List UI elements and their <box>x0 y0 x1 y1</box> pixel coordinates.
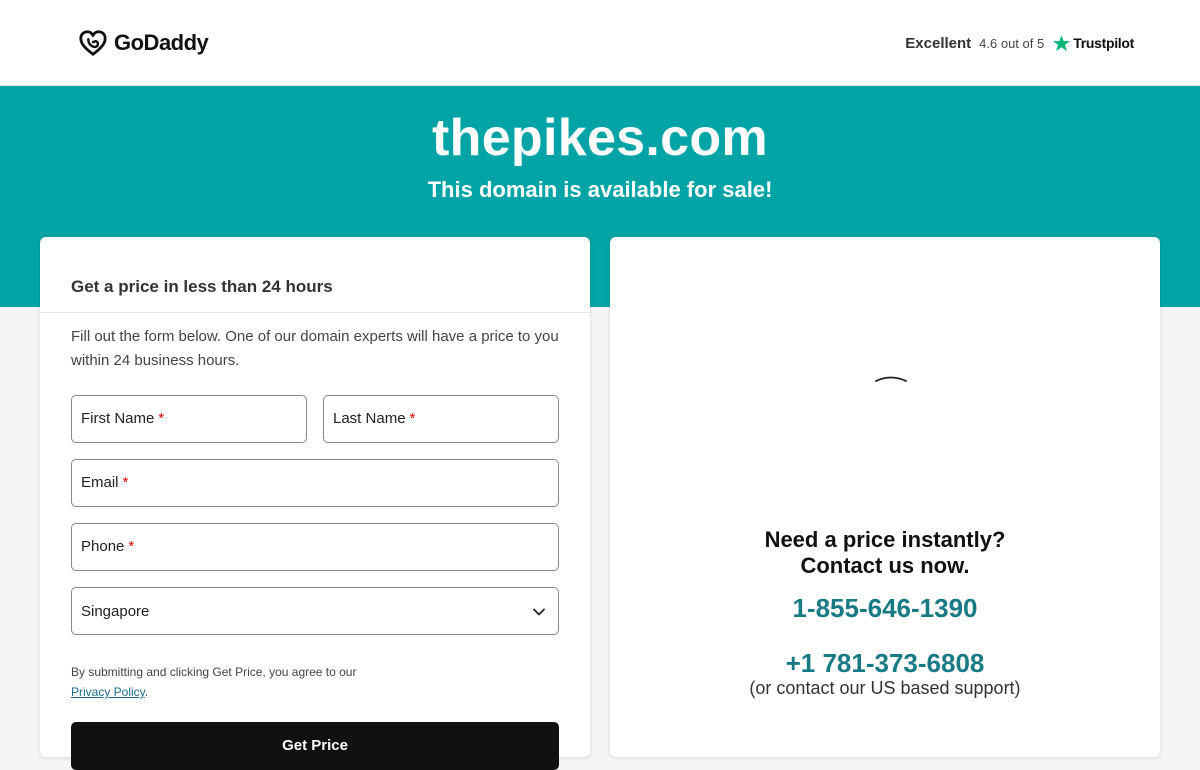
trustpilot-name: Trustpilot <box>1073 35 1134 51</box>
for-sale-subtitle: This domain is available for sale! <box>427 177 773 202</box>
country-value: Singapore <box>81 603 150 620</box>
phone-label: Phone * <box>81 538 135 555</box>
email-label: Email * <box>81 474 129 491</box>
price-request-card: Get a price in less than 24 hours Fill o… <box>40 237 590 770</box>
spinner-icon <box>875 376 907 382</box>
get-price-button[interactable]: Get Price <box>71 722 559 770</box>
required-mark: * <box>409 410 416 427</box>
domain-name-title: thepikes.com <box>432 109 768 167</box>
phone-field[interactable]: Phone * <box>71 523 559 571</box>
chevron-down-icon <box>533 608 545 616</box>
rating-label: Excellent <box>905 34 972 52</box>
trustpilot-logo: Trustpilot <box>1052 34 1134 53</box>
contact-card: Need a price instantly? Contact us now. … <box>610 237 1160 757</box>
email-field[interactable]: Email * <box>71 459 559 507</box>
phone-number-secondary[interactable]: +1 781-373-6808 <box>610 648 1160 678</box>
required-mark: * <box>158 410 165 427</box>
privacy-policy-link[interactable]: Privacy Policy <box>71 685 145 699</box>
trustpilot-rating[interactable]: Excellent 4.6 out of 5 Trustpilot <box>905 31 1134 55</box>
contact-question: Need a price instantly? Contact us now. <box>764 527 1006 578</box>
last-name-field[interactable]: Last Name * <box>323 395 559 443</box>
form-intro-text: Fill out the form below. One of our doma… <box>71 328 559 369</box>
phone-number-primary[interactable]: 1-855-646-1390 <box>610 593 1160 623</box>
form-heading: Get a price in less than 24 hours <box>71 277 333 296</box>
last-name-label: Last Name * <box>333 410 416 427</box>
form-divider <box>40 312 590 313</box>
logo-text: GoDaddy <box>114 30 209 55</box>
godaddy-heart-icon <box>79 30 107 56</box>
top-bar: GoDaddy Excellent 4.6 out of 5 Trustpilo… <box>0 0 1200 86</box>
first-name-field[interactable]: First Name * <box>71 395 307 443</box>
star-icon <box>1053 34 1071 51</box>
legal-notice: By submitting and clicking Get Price, yo… <box>71 665 357 699</box>
rating-score: 4.6 out of 5 <box>979 35 1045 51</box>
first-name-label: First Name * <box>81 410 165 427</box>
required-mark: * <box>128 538 135 555</box>
country-select[interactable]: Singapore <box>71 587 559 635</box>
godaddy-logo[interactable]: GoDaddy <box>78 28 209 58</box>
support-note: (or contact our US based support) <box>749 678 1021 698</box>
required-mark: * <box>122 474 129 491</box>
